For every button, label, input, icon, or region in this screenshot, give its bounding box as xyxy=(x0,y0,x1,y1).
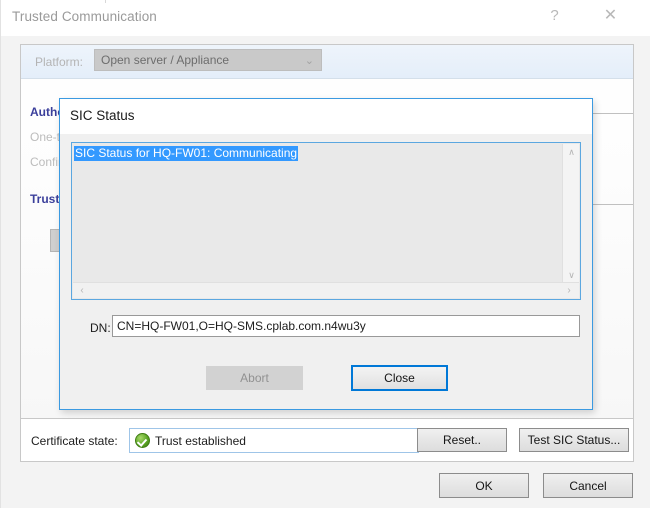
reset-button[interactable]: Reset.. xyxy=(417,428,507,452)
sic-status-dialog: SIC Status SIC Status for HQ-FW01: Commu… xyxy=(59,98,593,410)
abort-button: Abort xyxy=(206,366,303,390)
window-titlebar: Trusted Communication ? ✕ xyxy=(1,0,650,36)
titlebar-seam-left xyxy=(105,0,106,3)
window-title: Trusted Communication xyxy=(12,9,157,24)
ok-button[interactable]: OK xyxy=(439,473,529,498)
dn-value: CN=HQ-FW01,O=HQ-SMS.cplab.com.n4wu3y xyxy=(117,319,366,333)
platform-strip: Platform: Open server / Appliance ⌄ xyxy=(21,45,633,79)
dn-label: DN: xyxy=(90,321,111,335)
close-icon[interactable]: ✕ xyxy=(588,0,633,31)
help-icon[interactable]: ? xyxy=(532,0,577,31)
sic-status-titlebar: SIC Status xyxy=(60,99,592,134)
platform-label: Platform: xyxy=(35,55,84,69)
scroll-left-icon[interactable]: ‹ xyxy=(74,283,90,299)
trust-established-check-icon xyxy=(135,433,150,448)
certificate-state-field: Trust established xyxy=(129,428,419,453)
platform-selected-value: Open server / Appliance xyxy=(101,53,230,67)
log-horizontal-scrollbar[interactable]: ‹ › xyxy=(73,282,579,298)
close-button[interactable]: Close xyxy=(351,365,448,391)
sic-status-title: SIC Status xyxy=(70,108,135,123)
section-divider-2 xyxy=(592,204,633,205)
platform-dropdown[interactable]: Open server / Appliance ⌄ xyxy=(94,49,322,71)
section-divider-1 xyxy=(592,113,633,114)
trusted-communication-window: Trusted Communication ? ✕ Platform: Open… xyxy=(0,0,650,508)
certificate-state-label: Certificate state: xyxy=(31,434,118,448)
log-vertical-scrollbar[interactable]: ∧ ∨ xyxy=(562,144,579,284)
sic-status-log-line: SIC Status for HQ-FW01: Communicating xyxy=(74,146,299,161)
cancel-button[interactable]: Cancel xyxy=(543,473,633,498)
test-sic-status-button[interactable]: Test SIC Status... xyxy=(519,428,629,452)
sic-status-log-area[interactable]: SIC Status for HQ-FW01: Communicating ∧ … xyxy=(71,142,581,300)
label-one-time-password: One-t xyxy=(30,130,61,144)
label-confirm-password: Confir xyxy=(30,155,63,169)
scroll-up-icon[interactable]: ∧ xyxy=(563,144,580,161)
dn-field[interactable]: CN=HQ-FW01,O=HQ-SMS.cplab.com.n4wu3y xyxy=(112,315,580,337)
scroll-right-icon[interactable]: › xyxy=(561,283,577,299)
chevron-down-icon: ⌄ xyxy=(304,55,314,67)
certificate-state-value: Trust established xyxy=(155,434,246,448)
